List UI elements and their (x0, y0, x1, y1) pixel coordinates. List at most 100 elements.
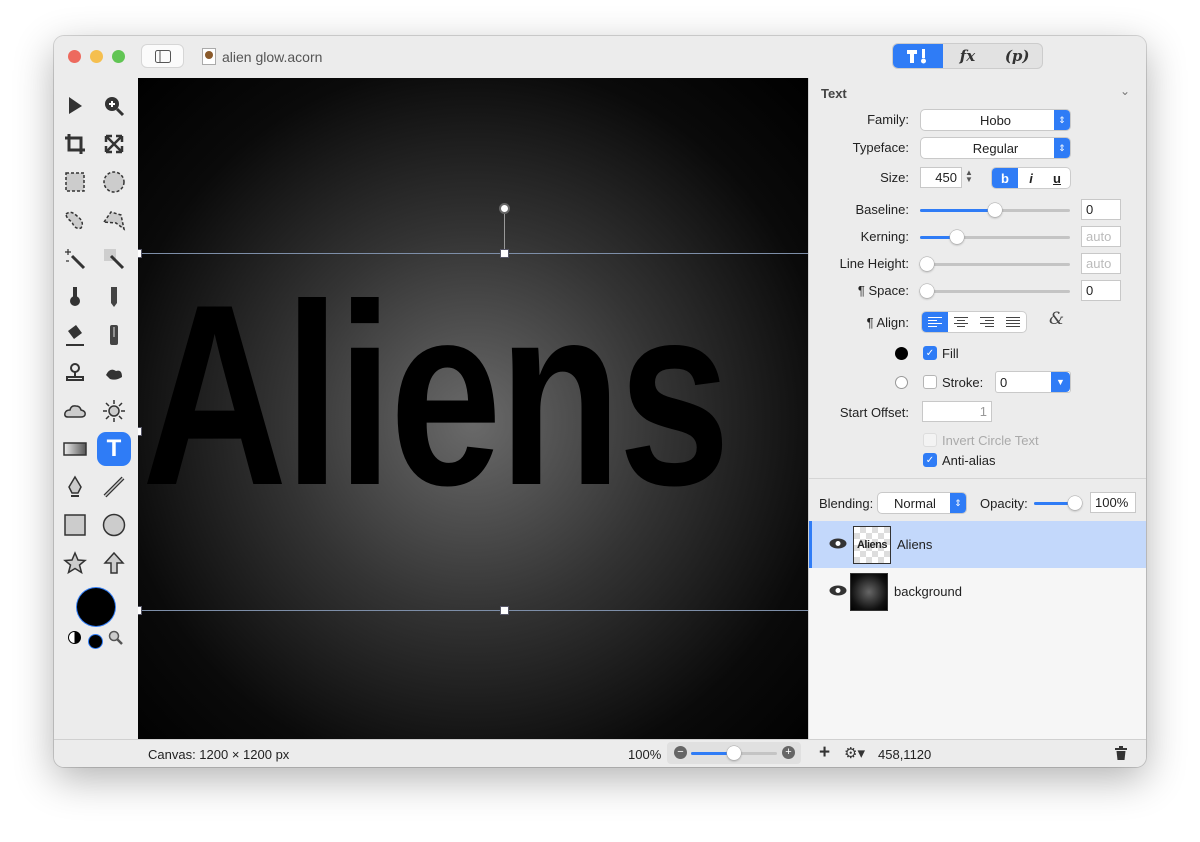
close-button[interactable] (68, 50, 81, 63)
burn-tool[interactable] (60, 396, 90, 426)
pencil-tool[interactable] (99, 282, 129, 312)
typeface-popup[interactable]: Regular ⇕ (921, 138, 1070, 158)
line-tool[interactable] (99, 472, 129, 502)
zoom-out-icon[interactable]: − (674, 746, 687, 759)
resize-tool[interactable] (99, 129, 129, 159)
gear-menu-icon[interactable]: ⚙▾ (844, 744, 865, 762)
magic-wand-tool[interactable] (60, 244, 90, 274)
antialias-checkbox[interactable]: ✓ (923, 453, 937, 467)
opacity-slider[interactable] (1034, 496, 1082, 510)
clone-tool[interactable] (60, 358, 90, 388)
zoom-slider[interactable] (691, 746, 777, 760)
align-right-button[interactable] (974, 312, 1000, 332)
italic-button[interactable]: i (1018, 168, 1044, 188)
gradient-icon (63, 442, 87, 456)
trash-icon[interactable] (1115, 746, 1127, 763)
rect-select-tool[interactable] (60, 167, 90, 197)
zoom-button[interactable] (112, 50, 125, 63)
rectangle-tool[interactable] (60, 510, 90, 540)
eraser-tool[interactable] (99, 320, 129, 350)
star-tool[interactable] (60, 548, 90, 578)
resize-handle-bottom-left[interactable] (138, 606, 142, 615)
expand-icon (104, 134, 124, 154)
start-offset-field[interactable]: 1 (922, 401, 992, 422)
smudge-tool[interactable] (99, 358, 129, 388)
zoom-tool[interactable] (99, 91, 129, 121)
stroke-checkbox[interactable] (923, 375, 937, 389)
justify-button[interactable] (1000, 312, 1026, 332)
layer-name: background (894, 584, 962, 599)
fill-checkbox[interactable]: ✓ (923, 346, 937, 360)
document-name: alien glow.acorn (222, 48, 323, 65)
sidebar-toggle-button[interactable] (141, 44, 184, 68)
visibility-eye-icon[interactable] (829, 537, 847, 552)
gradient-tool[interactable] (60, 434, 90, 464)
zoom-in-icon[interactable]: + (782, 746, 795, 759)
kerning-field[interactable]: auto (1081, 226, 1121, 247)
resize-handle-left[interactable] (138, 427, 142, 436)
add-layer-button[interactable]: + (819, 742, 830, 764)
minimize-button[interactable] (90, 50, 103, 63)
rotation-handle[interactable] (499, 203, 510, 214)
background-color-well[interactable] (89, 635, 102, 648)
updown-chevron-icon: ⇕ (1054, 138, 1070, 158)
instant-alpha-tool[interactable] (99, 244, 129, 274)
text-tool[interactable]: T (97, 432, 131, 466)
kerning-slider[interactable] (920, 230, 1070, 244)
oval-tool[interactable] (99, 510, 129, 540)
blending-popup[interactable]: Normal ⇕ (878, 493, 966, 513)
underline-button[interactable]: u (1044, 168, 1070, 188)
stroke-color-well[interactable] (895, 376, 908, 389)
tools-tab[interactable] (893, 44, 943, 68)
bold-button[interactable]: b (992, 168, 1018, 188)
polygon-lasso-icon (102, 211, 126, 231)
lasso-tool[interactable] (60, 205, 90, 235)
resize-handle-top-left[interactable] (138, 249, 142, 258)
fill-tool[interactable] (60, 320, 90, 350)
font-family-popup[interactable]: Hobo ⇕ (921, 110, 1070, 130)
foreground-color-well[interactable] (77, 588, 115, 626)
color-picker-magnifier-icon[interactable] (108, 630, 124, 646)
baseline-field[interactable]: 0 (1081, 199, 1121, 220)
layer-row-background[interactable]: background (809, 568, 1146, 615)
inspector-segmented-control[interactable]: fx (p) (892, 43, 1043, 69)
visibility-eye-icon[interactable] (829, 584, 847, 599)
bezier-tool[interactable] (60, 472, 90, 502)
resize-handle-top[interactable] (500, 249, 509, 258)
space-slider[interactable] (920, 284, 1070, 298)
layer-row-aliens[interactable]: Aliens Aliens (809, 521, 1146, 568)
text-bounds-bottom (138, 610, 808, 611)
align-left-button[interactable] (922, 312, 948, 332)
crop-icon (65, 134, 85, 154)
properties-tab[interactable]: (p) (992, 44, 1042, 68)
swap-colors-icon[interactable] (68, 631, 81, 644)
stroke-width-combo[interactable]: 0 ▼ (996, 372, 1070, 392)
size-label: Size: (880, 170, 909, 185)
invert-circle-text-checkbox[interactable] (923, 433, 937, 447)
size-field[interactable]: 450 (920, 167, 962, 188)
blending-value: Normal (894, 495, 936, 511)
fill-color-well[interactable] (895, 347, 908, 360)
collapse-chevron-icon[interactable]: ⌄ (1120, 84, 1130, 98)
baseline-slider[interactable] (920, 203, 1070, 217)
arrow-shape-tool[interactable] (99, 548, 129, 578)
brush-tool[interactable] (60, 282, 90, 312)
move-tool[interactable] (60, 91, 90, 121)
opacity-field[interactable]: 100% (1090, 492, 1136, 513)
size-stepper[interactable]: ▲ ▼ (965, 169, 973, 184)
align-center-button[interactable] (948, 312, 974, 332)
paint-bucket-icon (66, 325, 84, 346)
ellipse-select-tool[interactable] (99, 167, 129, 197)
ligature-icon[interactable]: & (1049, 309, 1064, 329)
image-canvas[interactable]: Aliens (138, 78, 808, 739)
polygon-lasso-tool[interactable] (99, 205, 129, 235)
crop-tool[interactable] (60, 129, 90, 159)
space-field[interactable]: 0 (1081, 280, 1121, 301)
dodge-tool[interactable] (99, 396, 129, 426)
line-height-field[interactable]: auto (1081, 253, 1121, 274)
line-height-slider[interactable] (920, 257, 1070, 271)
resize-handle-bottom[interactable] (500, 606, 509, 615)
fx-tab[interactable]: fx (943, 44, 993, 68)
canvas-text-layer[interactable]: Aliens (142, 266, 730, 524)
stroke-width-value: 0 (1000, 374, 1008, 390)
